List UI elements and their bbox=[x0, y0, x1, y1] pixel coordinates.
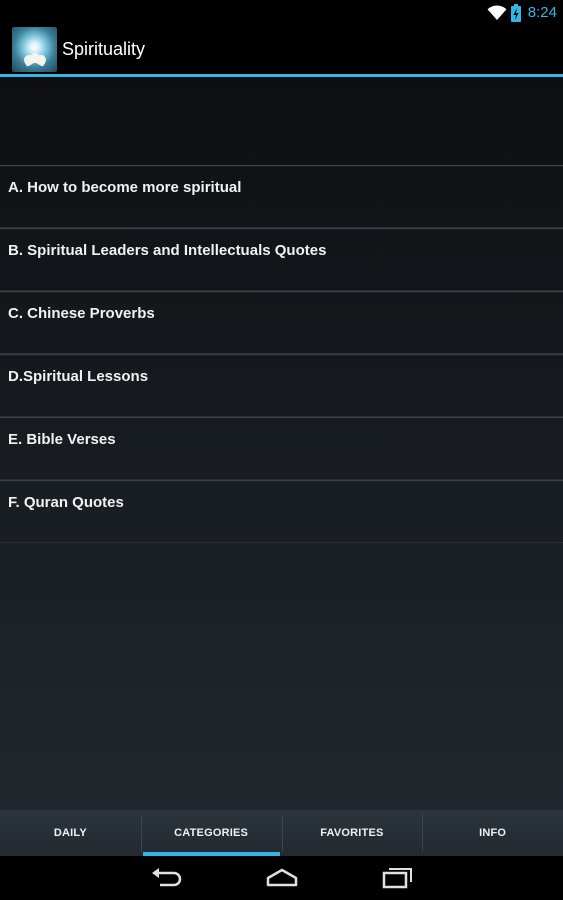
category-item-f[interactable]: F. Quran Quotes bbox=[0, 480, 563, 543]
category-item-e[interactable]: E. Bible Verses bbox=[0, 417, 563, 480]
battery-charging-icon bbox=[510, 3, 521, 22]
category-item-d[interactable]: D.Spiritual Lessons bbox=[0, 354, 563, 417]
app-logo-icon[interactable] bbox=[12, 27, 57, 72]
status-time: 8:24 bbox=[527, 4, 557, 21]
tab-favorites[interactable]: FAVORITES bbox=[281, 810, 423, 856]
tab-info[interactable]: INFO bbox=[422, 810, 563, 856]
home-icon[interactable] bbox=[264, 865, 300, 891]
tab-daily[interactable]: DAILY bbox=[0, 810, 141, 856]
bottom-tab-bar: DAILY CATEGORIES FAVORITES INFO bbox=[0, 810, 563, 856]
category-item-b[interactable]: B. Spiritual Leaders and Intellectuals Q… bbox=[0, 228, 563, 291]
action-bar-divider bbox=[0, 74, 563, 77]
tab-categories[interactable]: CATEGORIES bbox=[140, 810, 282, 856]
recent-apps-icon[interactable] bbox=[380, 865, 416, 891]
app-title: Spirituality bbox=[62, 39, 146, 59]
category-item-c[interactable]: C. Chinese Proverbs bbox=[0, 291, 563, 354]
system-nav-bar bbox=[0, 856, 563, 900]
action-bar: Spirituality bbox=[0, 25, 563, 74]
status-bar: 8:24 bbox=[0, 0, 563, 25]
back-icon[interactable] bbox=[148, 865, 184, 891]
app-screen: 8:24 Spirituality A. How to become more … bbox=[0, 0, 563, 900]
wifi-icon bbox=[487, 4, 507, 20]
category-list: A. How to become more spiritual B. Spiri… bbox=[0, 165, 563, 543]
category-item-a[interactable]: A. How to become more spiritual bbox=[0, 165, 563, 228]
